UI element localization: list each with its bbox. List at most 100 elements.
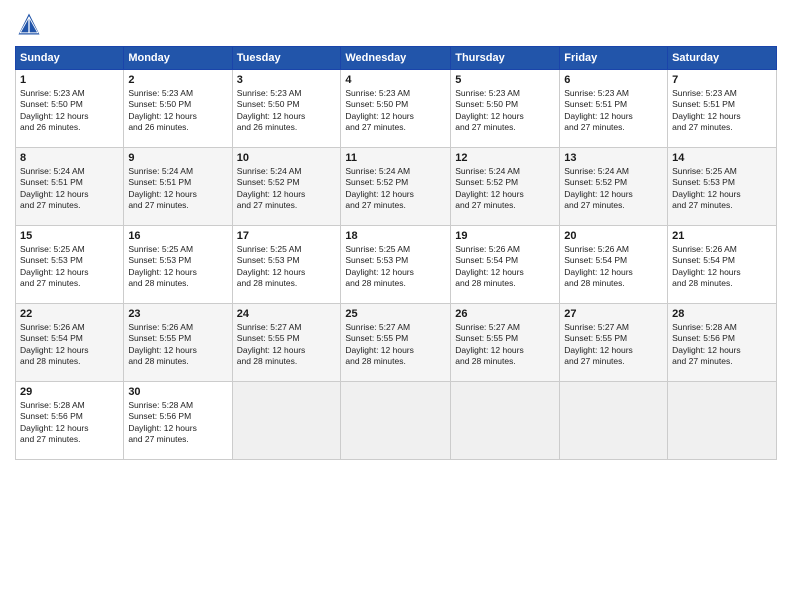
day-info: Sunrise: 5:28 AM Sunset: 5:56 PM Dayligh…: [672, 322, 772, 368]
calendar-cell: 29 Sunrise: 5:28 AM Sunset: 5:56 PM Dayli…: [16, 382, 124, 460]
calendar-cell: 16 Sunrise: 5:25 AM Sunset: 5:53 PM Dayli…: [124, 226, 232, 304]
calendar-cell: 13Sunrise: 5:24 AM Sunset: 5:52 PM Dayli…: [560, 148, 668, 226]
calendar-cell: 9 Sunrise: 5:24 AM Sunset: 5:51 PM Daylig…: [124, 148, 232, 226]
calendar-cell: 14Sunrise: 5:25 AM Sunset: 5:53 PM Dayli…: [668, 148, 777, 226]
calendar-cell: 3 Sunrise: 5:23 AM Sunset: 5:50 PM Daylig…: [232, 70, 341, 148]
day-info: Sunrise: 5:26 AM Sunset: 5:55 PM Dayligh…: [128, 322, 227, 368]
calendar-cell: 23 Sunrise: 5:26 AM Sunset: 5:55 PM Dayli…: [124, 304, 232, 382]
calendar-cell: 24Sunrise: 5:27 AM Sunset: 5:55 PM Dayli…: [232, 304, 341, 382]
calendar-week-3: 15 Sunrise: 5:25 AM Sunset: 5:53 PM Dayli…: [16, 226, 777, 304]
calendar-week-4: 22 Sunrise: 5:26 AM Sunset: 5:54 PM Dayli…: [16, 304, 777, 382]
day-number: 4: [345, 74, 446, 86]
day-info: Sunrise: 5:24 AM Sunset: 5:51 PM Dayligh…: [128, 166, 227, 212]
day-number: 7: [672, 74, 772, 86]
day-number: 5: [455, 74, 555, 86]
day-info: Sunrise: 5:25 AM Sunset: 5:53 PM Dayligh…: [672, 166, 772, 212]
day-number: 3: [237, 74, 337, 86]
calendar-cell: 10 Sunrise: 5:24 AM Sunset: 5:52 PM Dayli…: [232, 148, 341, 226]
calendar-cell: 11 Sunrise: 5:24 AM Sunset: 5:52 PM Dayli…: [341, 148, 451, 226]
day-number: 30: [128, 386, 227, 398]
calendar-cell: [668, 382, 777, 460]
calendar-cell: 2Sunrise: 5:23 AM Sunset: 5:50 PM Daylig…: [124, 70, 232, 148]
calendar-cell: 18 Sunrise: 5:25 AM Sunset: 5:53 PM Dayli…: [341, 226, 451, 304]
day-info: Sunrise: 5:28 AM Sunset: 5:56 PM Dayligh…: [20, 400, 119, 446]
day-number: 22: [20, 308, 119, 320]
day-info: Sunrise: 5:26 AM Sunset: 5:54 PM Dayligh…: [455, 244, 555, 290]
calendar-cell: 20 Sunrise: 5:26 AM Sunset: 5:54 PM Dayli…: [560, 226, 668, 304]
day-number: 6: [564, 74, 663, 86]
header-cell-friday: Friday: [560, 47, 668, 70]
calendar-cell: 27 Sunrise: 5:27 AM Sunset: 5:55 PM Dayli…: [560, 304, 668, 382]
day-number: 18: [345, 230, 446, 242]
day-info: Sunrise: 5:23 AM Sunset: 5:51 PM Dayligh…: [564, 88, 663, 134]
day-info: Sunrise: 5:26 AM Sunset: 5:54 PM Dayligh…: [20, 322, 119, 368]
calendar-cell: 6 Sunrise: 5:23 AM Sunset: 5:51 PM Daylig…: [560, 70, 668, 148]
day-number: 9: [128, 152, 227, 164]
calendar: SundayMondayTuesdayWednesdayThursdayFrid…: [15, 46, 777, 460]
calendar-cell: 28 Sunrise: 5:28 AM Sunset: 5:56 PM Dayli…: [668, 304, 777, 382]
day-info: Sunrise: 5:24 AM Sunset: 5:52 PM Dayligh…: [564, 166, 663, 212]
day-info: Sunrise: 5:27 AM Sunset: 5:55 PM Dayligh…: [564, 322, 663, 368]
day-number: 15: [20, 230, 119, 242]
day-info: Sunrise: 5:23 AM Sunset: 5:50 PM Dayligh…: [20, 88, 119, 134]
calendar-week-5: 29 Sunrise: 5:28 AM Sunset: 5:56 PM Dayli…: [16, 382, 777, 460]
logo: [15, 10, 47, 38]
day-number: 16: [128, 230, 227, 242]
day-number: 28: [672, 308, 772, 320]
calendar-cell: 19 Sunrise: 5:26 AM Sunset: 5:54 PM Dayli…: [451, 226, 560, 304]
day-number: 23: [128, 308, 227, 320]
calendar-cell: 22 Sunrise: 5:26 AM Sunset: 5:54 PM Dayli…: [16, 304, 124, 382]
calendar-cell: 5 Sunrise: 5:23 AM Sunset: 5:50 PM Daylig…: [451, 70, 560, 148]
calendar-cell: [560, 382, 668, 460]
calendar-week-1: 1 Sunrise: 5:23 AM Sunset: 5:50 PM Daylig…: [16, 70, 777, 148]
header-cell-monday: Monday: [124, 47, 232, 70]
day-number: 19: [455, 230, 555, 242]
day-info: Sunrise: 5:28 AM Sunset: 5:56 PM Dayligh…: [128, 400, 227, 446]
day-info: Sunrise: 5:25 AM Sunset: 5:53 PM Dayligh…: [345, 244, 446, 290]
day-info: Sunrise: 5:23 AM Sunset: 5:50 PM Dayligh…: [345, 88, 446, 134]
day-number: 10: [237, 152, 337, 164]
day-info: Sunrise: 5:27 AM Sunset: 5:55 PM Dayligh…: [345, 322, 446, 368]
day-info: Sunrise: 5:24 AM Sunset: 5:51 PM Dayligh…: [20, 166, 119, 212]
calendar-week-2: 8Sunrise: 5:24 AM Sunset: 5:51 PM Daylig…: [16, 148, 777, 226]
day-info: Sunrise: 5:24 AM Sunset: 5:52 PM Dayligh…: [237, 166, 337, 212]
calendar-cell: 1 Sunrise: 5:23 AM Sunset: 5:50 PM Daylig…: [16, 70, 124, 148]
day-info: Sunrise: 5:23 AM Sunset: 5:50 PM Dayligh…: [455, 88, 555, 134]
day-info: Sunrise: 5:27 AM Sunset: 5:55 PM Dayligh…: [455, 322, 555, 368]
day-number: 1: [20, 74, 119, 86]
day-number: 2: [128, 74, 227, 86]
day-number: 27: [564, 308, 663, 320]
day-info: Sunrise: 5:24 AM Sunset: 5:52 PM Dayligh…: [345, 166, 446, 212]
calendar-cell: 15 Sunrise: 5:25 AM Sunset: 5:53 PM Dayli…: [16, 226, 124, 304]
day-number: 21: [672, 230, 772, 242]
day-number: 26: [455, 308, 555, 320]
day-number: 25: [345, 308, 446, 320]
calendar-cell: 12 Sunrise: 5:24 AM Sunset: 5:52 PM Dayli…: [451, 148, 560, 226]
calendar-cell: 7 Sunrise: 5:23 AM Sunset: 5:51 PM Daylig…: [668, 70, 777, 148]
calendar-cell: 30 Sunrise: 5:28 AM Sunset: 5:56 PM Dayli…: [124, 382, 232, 460]
header-cell-wednesday: Wednesday: [341, 47, 451, 70]
header: [15, 10, 777, 38]
header-cell-saturday: Saturday: [668, 47, 777, 70]
calendar-cell: 25 Sunrise: 5:27 AM Sunset: 5:55 PM Dayli…: [341, 304, 451, 382]
day-info: Sunrise: 5:25 AM Sunset: 5:53 PM Dayligh…: [20, 244, 119, 290]
page: SundayMondayTuesdayWednesdayThursdayFrid…: [0, 0, 792, 612]
day-info: Sunrise: 5:27 AM Sunset: 5:55 PM Dayligh…: [237, 322, 337, 368]
day-number: 29: [20, 386, 119, 398]
calendar-cell: [232, 382, 341, 460]
day-number: 17: [237, 230, 337, 242]
header-cell-tuesday: Tuesday: [232, 47, 341, 70]
day-info: Sunrise: 5:23 AM Sunset: 5:51 PM Dayligh…: [672, 88, 772, 134]
day-number: 20: [564, 230, 663, 242]
day-info: Sunrise: 5:25 AM Sunset: 5:53 PM Dayligh…: [128, 244, 227, 290]
calendar-header-row: SundayMondayTuesdayWednesdayThursdayFrid…: [16, 47, 777, 70]
header-cell-sunday: Sunday: [16, 47, 124, 70]
day-info: Sunrise: 5:25 AM Sunset: 5:53 PM Dayligh…: [237, 244, 337, 290]
day-info: Sunrise: 5:26 AM Sunset: 5:54 PM Dayligh…: [564, 244, 663, 290]
day-info: Sunrise: 5:24 AM Sunset: 5:52 PM Dayligh…: [455, 166, 555, 212]
day-info: Sunrise: 5:23 AM Sunset: 5:50 PM Dayligh…: [237, 88, 337, 134]
calendar-cell: 8Sunrise: 5:24 AM Sunset: 5:51 PM Daylig…: [16, 148, 124, 226]
calendar-cell: 26 Sunrise: 5:27 AM Sunset: 5:55 PM Dayli…: [451, 304, 560, 382]
day-number: 12: [455, 152, 555, 164]
day-number: 11: [345, 152, 446, 164]
